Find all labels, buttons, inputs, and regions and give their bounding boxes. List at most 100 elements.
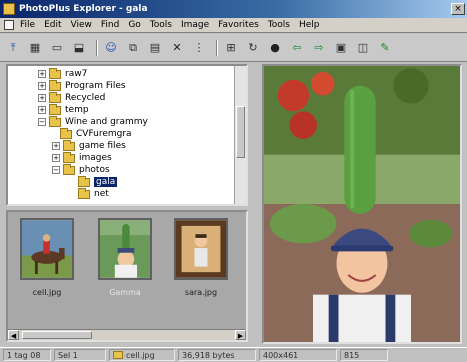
move-icon[interactable]: ⬓ — [70, 39, 88, 57]
menu-view[interactable]: View — [71, 20, 92, 30]
file-icon — [113, 351, 123, 359]
menu-tools[interactable]: Tools — [150, 20, 172, 30]
toolbar-separator — [96, 39, 98, 56]
tree-item[interactable]: + raw7 — [38, 67, 88, 80]
tree-item-label: photos — [79, 165, 110, 175]
status-dimensions: 400x461 — [259, 349, 337, 361]
folder-tree[interactable]: + raw7 + Program Files + Recycled + temp… — [6, 64, 248, 206]
folder-icon — [63, 151, 75, 163]
expand-icon[interactable]: + — [52, 142, 60, 150]
close-button[interactable]: × — [451, 3, 465, 15]
up-folder-icon[interactable]: ⤒ — [4, 39, 22, 57]
tree-item[interactable]: − photos — [52, 163, 110, 176]
tree-item[interactable]: net — [78, 187, 109, 200]
thumbnail-item[interactable]: cell.jpg — [16, 216, 78, 308]
tree-item-label: Program Files — [65, 81, 126, 91]
thumbnail-panel: cell.jpg Gamma sara.jpg ◀ ▶ — [6, 210, 248, 342]
collapse-icon[interactable]: − — [52, 166, 60, 174]
forward-arrow-icon[interactable]: ⇨ — [310, 39, 328, 57]
menu-favorites[interactable]: Favorites — [218, 20, 259, 30]
tree-item[interactable]: + Recycled — [38, 91, 106, 104]
tree-scrollbar[interactable] — [234, 66, 246, 204]
folder-icon[interactable]: ▭ — [48, 39, 66, 57]
tree-item[interactable]: − Wine and grammy — [38, 115, 148, 128]
window-title: PhotoPlus Explorer - gala — [19, 4, 148, 14]
folder-icon — [49, 103, 61, 115]
expand-icon[interactable]: + — [38, 82, 46, 90]
folder-icon — [63, 139, 75, 151]
tree-item-label: net — [94, 189, 109, 199]
toolbar-separator — [216, 39, 218, 56]
thumbnail-item-selected[interactable]: Gamma — [94, 216, 156, 308]
folder-icon — [49, 91, 61, 103]
scroll-right-arrow-icon[interactable]: ▶ — [235, 330, 246, 340]
thumbnail-item[interactable]: sara.jpg — [170, 216, 232, 308]
folder-icon — [49, 115, 61, 127]
expand-icon[interactable]: + — [38, 70, 46, 78]
tree-item[interactable]: + game files — [52, 139, 126, 152]
expand-icon[interactable]: + — [52, 154, 60, 162]
zoom-icon[interactable]: ⊞ — [222, 39, 240, 57]
tree-item-label: raw7 — [65, 69, 88, 79]
document-icon — [4, 20, 14, 30]
folder-icon — [60, 127, 72, 139]
status-extra: 815 — [340, 349, 388, 361]
properties-icon[interactable]: ⋮ — [190, 39, 208, 57]
folder-icon — [49, 67, 61, 79]
menu-help[interactable]: Help — [299, 20, 320, 30]
menu-edit[interactable]: Edit — [44, 20, 61, 30]
folder-icon — [63, 163, 75, 175]
thumbnail-image-cactus[interactable] — [98, 218, 152, 280]
copy-icon[interactable]: ▦ — [26, 39, 44, 57]
copy-images-icon[interactable]: ⧉ — [124, 39, 142, 57]
tree-item-label: game files — [79, 141, 126, 151]
menu-bar: File Edit View Find Go Tools Image Favor… — [0, 18, 467, 33]
paste-icon[interactable]: ▤ — [146, 39, 164, 57]
tree-item-label: gala — [94, 177, 118, 187]
collapse-icon[interactable]: − — [38, 118, 46, 126]
slideshow-icon[interactable]: ◫ — [354, 39, 372, 57]
thumbnail-image-horse[interactable] — [20, 218, 74, 280]
menu-find[interactable]: Find — [101, 20, 119, 30]
tree-item[interactable]: CVFuremgra — [60, 127, 132, 140]
menu-image[interactable]: Image — [181, 20, 209, 30]
expand-icon[interactable]: + — [38, 94, 46, 102]
thumbnail-caption: Gamma — [109, 288, 141, 297]
tree-item-label: Recycled — [65, 93, 106, 103]
tree-item-selected[interactable]: gala — [78, 175, 118, 188]
image-preview[interactable] — [262, 64, 462, 344]
thumbnail-image-portrait[interactable] — [174, 218, 228, 280]
thumbnail-scrollbar[interactable]: ◀ ▶ — [8, 329, 246, 340]
scrollbar-thumb[interactable] — [236, 106, 245, 158]
open-folder-icon — [78, 175, 90, 187]
tree-item-label: CVFuremgra — [76, 129, 132, 139]
tree-item[interactable]: + temp — [38, 103, 89, 116]
tree-item[interactable]: + Program Files — [38, 79, 126, 92]
app-icon — [3, 3, 15, 15]
folder-icon — [78, 187, 90, 199]
back-arrow-icon[interactable]: ⇦ — [288, 39, 306, 57]
light-bulb-icon[interactable]: ● — [266, 39, 284, 57]
tree-item-label: temp — [65, 105, 89, 115]
status-size: 36,918 bytes — [178, 349, 256, 361]
status-count: 1 tag 08 — [3, 349, 51, 361]
edit-icon[interactable]: ✎ — [376, 39, 394, 57]
view-icon[interactable]: ▣ — [332, 39, 350, 57]
status-filename: cell.jpg — [126, 350, 155, 360]
scrollbar-thumb[interactable] — [22, 331, 92, 339]
rotate-icon[interactable]: ↻ — [244, 39, 262, 57]
menu-go[interactable]: Go — [128, 20, 140, 30]
tree-item-label: images — [79, 153, 112, 163]
tree-item-label: Wine and grammy — [65, 117, 148, 127]
menu-tools-2[interactable]: Tools — [268, 20, 290, 30]
menu-file[interactable]: File — [20, 20, 35, 30]
expand-icon[interactable]: + — [38, 106, 46, 114]
scroll-left-arrow-icon[interactable]: ◀ — [8, 330, 19, 340]
tree-item[interactable]: + images — [52, 151, 112, 164]
person-icon[interactable]: ☺ — [102, 39, 120, 57]
thumbnail-caption: cell.jpg — [32, 288, 62, 297]
thumbnail-caption: sara.jpg — [184, 288, 218, 297]
folder-icon — [49, 79, 61, 91]
toolbar: ⤒ ▦ ▭ ⬓ ☺ ⧉ ▤ ✕ ⋮ ⊞ ↻ ● ⇦ ⇨ ▣ ◫ ✎ — [0, 34, 467, 62]
delete-icon[interactable]: ✕ — [168, 39, 186, 57]
